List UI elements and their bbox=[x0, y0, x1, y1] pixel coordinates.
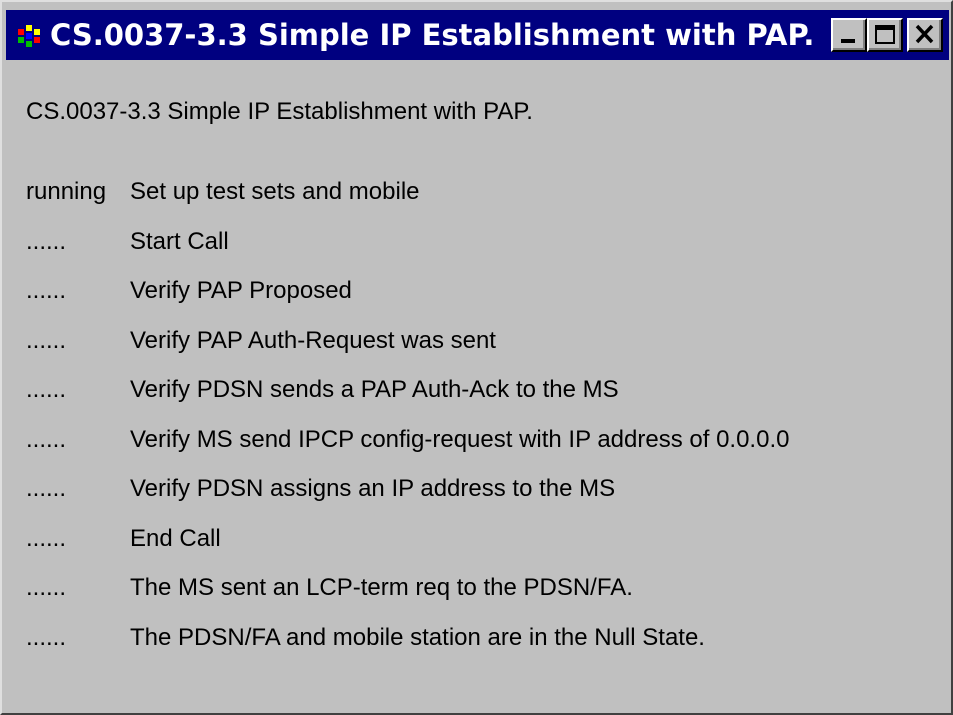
step-label: Set up test sets and mobile bbox=[130, 178, 420, 205]
step-list: running Set up test sets and mobile ....… bbox=[26, 174, 941, 669]
step-status: ...... bbox=[26, 623, 67, 651]
step-status: ...... bbox=[26, 277, 67, 304]
step-status: ...... bbox=[26, 475, 67, 502]
close-icon bbox=[915, 24, 934, 44]
step-row: ...... End Call bbox=[26, 521, 941, 571]
step-row: ...... Verify MS send IPCP config-reques… bbox=[26, 422, 941, 472]
minimize-icon bbox=[841, 39, 855, 43]
step-label: The MS sent an LCP-term req to the PDSN/… bbox=[130, 574, 633, 601]
test-window: CS.0037-3.3 Simple IP Establishment with… bbox=[0, 0, 953, 715]
step-status: ...... bbox=[26, 227, 67, 255]
step-row: ...... Verify PDSN sends a PAP Auth-Ack … bbox=[26, 372, 941, 422]
window-content: CS.0037-3.3 Simple IP Establishment with… bbox=[26, 94, 941, 669]
step-status: ...... bbox=[26, 524, 67, 552]
maximize-button[interactable] bbox=[867, 18, 903, 52]
step-row: ...... Verify PAP Proposed bbox=[26, 273, 941, 323]
step-status: running bbox=[26, 178, 107, 205]
step-label: Verify PDSN assigns an IP address to the… bbox=[130, 475, 616, 502]
step-label: Verify PAP Auth-Request was sent bbox=[130, 326, 496, 354]
app-icon[interactable] bbox=[16, 21, 44, 49]
step-status: ...... bbox=[26, 376, 67, 403]
step-status: ...... bbox=[26, 326, 67, 354]
step-status: ...... bbox=[26, 425, 67, 453]
step-label: The PDSN/FA and mobile station are in th… bbox=[130, 623, 705, 651]
step-row: ...... The MS sent an LCP-term req to th… bbox=[26, 570, 941, 620]
step-status: ...... bbox=[26, 574, 67, 601]
maximize-icon bbox=[875, 25, 895, 44]
step-label: Verify PDSN sends a PAP Auth-Ack to the … bbox=[130, 376, 619, 403]
step-row: running Set up test sets and mobile bbox=[26, 174, 941, 224]
step-row: ...... Verify PDSN assigns an IP address… bbox=[26, 471, 941, 521]
step-row: ...... Start Call bbox=[26, 224, 941, 274]
minimize-button[interactable] bbox=[831, 18, 867, 52]
test-heading: CS.0037-3.3 Simple IP Establishment with… bbox=[26, 98, 533, 125]
step-label: End Call bbox=[130, 524, 221, 552]
step-row: ...... Verify PAP Auth-Request was sent bbox=[26, 323, 941, 373]
title-bar[interactable]: CS.0037-3.3 Simple IP Establishment with… bbox=[6, 10, 949, 60]
step-label: Start Call bbox=[130, 227, 229, 255]
close-button[interactable] bbox=[907, 18, 943, 52]
step-label: Verify MS send IPCP config-request with … bbox=[130, 425, 790, 453]
window-title: CS.0037-3.3 Simple IP Establishment with… bbox=[50, 18, 815, 52]
step-row: ...... The PDSN/FA and mobile station ar… bbox=[26, 620, 941, 670]
step-label: Verify PAP Proposed bbox=[130, 277, 352, 304]
caption-buttons bbox=[831, 18, 943, 52]
